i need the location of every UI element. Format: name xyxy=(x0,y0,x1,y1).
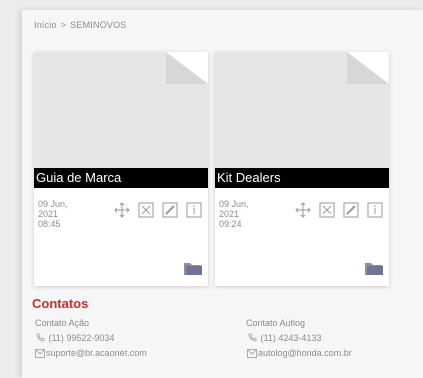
card-title[interactable]: Kit Dealers xyxy=(215,168,389,188)
card-date-day: 09 Jun, xyxy=(219,199,249,209)
page-fold-corner xyxy=(347,52,389,84)
breadcrumb-home[interactable]: Início xyxy=(34,20,57,30)
card-date: 09 Jun, 2021 08:45 xyxy=(38,199,80,229)
edit-pencil-icon[interactable] xyxy=(162,202,178,218)
contact-phone-text[interactable]: (11) 4243-4133 xyxy=(261,333,322,343)
mail-icon xyxy=(247,349,257,358)
phone-icon xyxy=(248,333,257,342)
card-date-day: 09 Jun, xyxy=(38,199,68,209)
contact-heading-right: Contato Autlog xyxy=(246,318,306,328)
move-arrows-icon[interactable] xyxy=(114,202,130,218)
close-box-icon[interactable] xyxy=(319,202,335,218)
page-fold-corner xyxy=(166,52,208,84)
contact-phone-left: (11) 99522-9034 xyxy=(35,333,114,343)
file-card[interactable]: Kit Dealers 09 Jun, 2021 09:24 xyxy=(215,52,389,286)
card-date-time: 09:24 xyxy=(219,219,242,229)
close-box-icon[interactable] xyxy=(138,202,154,218)
contact-heading-left: Contato Ação xyxy=(35,318,90,328)
breadcrumb-current: SEMINOVOS xyxy=(70,20,127,30)
contact-email-text[interactable]: autolog@honda.com.br xyxy=(258,348,352,358)
contact-email-text[interactable]: suporte@br.acaonet.com xyxy=(46,348,147,358)
folder-icon[interactable] xyxy=(364,260,384,276)
card-title[interactable]: Guia de Marca xyxy=(34,168,208,188)
folder-icon[interactable] xyxy=(183,260,203,276)
card-date-year: 2021 xyxy=(219,209,240,219)
edit-pencil-icon[interactable] xyxy=(343,202,359,218)
breadcrumb-separator: > xyxy=(60,20,67,30)
contacts-title: Contatos xyxy=(32,296,89,311)
phone-icon xyxy=(36,333,45,342)
contact-phone-text[interactable]: (11) 99522-9034 xyxy=(49,333,115,343)
mail-icon xyxy=(35,349,45,358)
card-date-time: 08:45 xyxy=(38,219,61,229)
card-date-year: 2021 xyxy=(38,209,59,219)
info-icon[interactable] xyxy=(186,202,202,218)
contact-email-left: suporte@br.acaonet.com xyxy=(35,348,147,358)
move-arrows-icon[interactable] xyxy=(295,202,311,218)
file-card[interactable]: Guia de Marca 09 Jun, 2021 08:45 xyxy=(34,52,208,286)
card-actions xyxy=(293,202,387,220)
breadcrumb: Início > SEMINOVOS xyxy=(34,20,127,30)
info-icon[interactable] xyxy=(367,202,383,218)
contact-email-right: autolog@honda.com.br xyxy=(247,348,352,358)
card-date: 09 Jun, 2021 09:24 xyxy=(219,199,261,229)
card-actions xyxy=(112,202,206,220)
contact-phone-right: (11) 4243-4133 xyxy=(247,333,321,343)
